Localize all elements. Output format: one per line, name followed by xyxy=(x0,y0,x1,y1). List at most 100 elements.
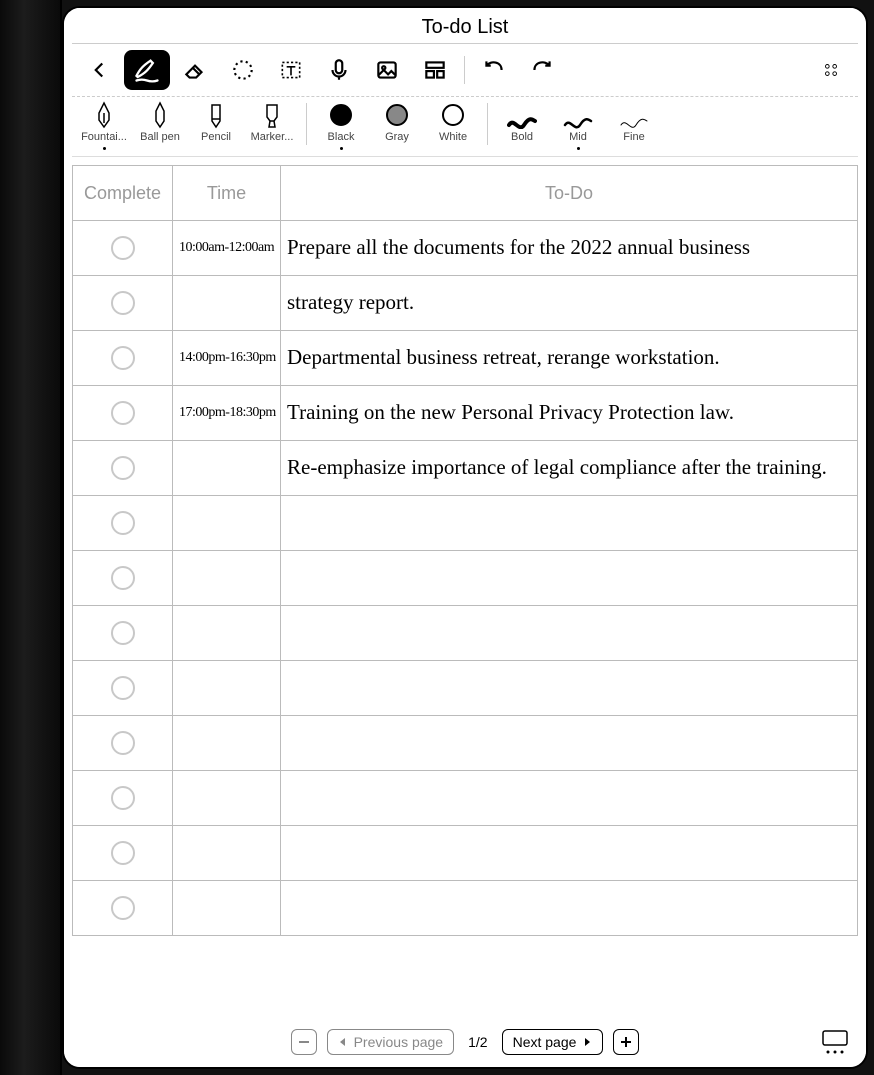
complete-checkbox[interactable] xyxy=(111,401,135,425)
table-row[interactable] xyxy=(73,881,858,936)
todo-cell[interactable] xyxy=(281,606,858,661)
complete-checkbox[interactable] xyxy=(111,346,135,370)
ball-pen-label: Ball pen xyxy=(140,131,180,143)
complete-checkbox[interactable] xyxy=(111,566,135,590)
image-button[interactable] xyxy=(364,50,410,90)
mid-stroke-option[interactable]: Mid xyxy=(550,101,606,150)
complete-checkbox[interactable] xyxy=(111,841,135,865)
complete-checkbox[interactable] xyxy=(111,896,135,920)
complete-checkbox[interactable] xyxy=(111,291,135,315)
complete-checkbox[interactable] xyxy=(111,676,135,700)
table-row[interactable]: Re-emphasize importance of legal complia… xyxy=(73,441,858,496)
keyboard-button[interactable] xyxy=(822,1030,848,1054)
time-cell[interactable] xyxy=(173,826,281,881)
undo-button[interactable] xyxy=(471,50,517,90)
time-cell[interactable] xyxy=(173,606,281,661)
table-row[interactable] xyxy=(73,661,858,716)
time-cell[interactable] xyxy=(173,276,281,331)
table-row[interactable] xyxy=(73,496,858,551)
header-complete: Complete xyxy=(73,166,173,221)
complete-checkbox[interactable] xyxy=(111,456,135,480)
table-row[interactable]: strategy report. xyxy=(73,276,858,331)
white-label: White xyxy=(439,131,467,143)
fountain-pen-option[interactable]: Fountai... xyxy=(76,101,132,150)
fine-stroke-option[interactable]: Fine xyxy=(606,101,662,143)
complete-checkbox[interactable] xyxy=(111,621,135,645)
gray-color-option[interactable]: Gray xyxy=(369,101,425,143)
main-toolbar xyxy=(72,44,858,97)
header-time: Time xyxy=(173,166,281,221)
table-row[interactable] xyxy=(73,551,858,606)
fountain-pen-label: Fountai... xyxy=(81,131,127,143)
marker-label: Marker... xyxy=(251,131,294,143)
device-spine xyxy=(0,0,62,1075)
redo-button[interactable] xyxy=(519,50,565,90)
table-row[interactable] xyxy=(73,826,858,881)
pencil-option[interactable]: Pencil xyxy=(188,101,244,143)
pen-tool-button[interactable] xyxy=(124,50,170,90)
next-page-button[interactable]: Next page xyxy=(502,1029,604,1055)
time-cell[interactable]: 10:00am-12:00am xyxy=(173,221,281,276)
table-row[interactable]: 10:00am-12:00amPrepare all the documents… xyxy=(73,221,858,276)
complete-checkbox[interactable] xyxy=(111,786,135,810)
todo-cell[interactable] xyxy=(281,771,858,826)
table-row[interactable]: 17:00pm-18:30pmTraining on the new Perso… xyxy=(73,386,858,441)
screen: To-do List xyxy=(72,8,858,1059)
black-color-option[interactable]: Black xyxy=(313,101,369,150)
time-cell[interactable]: 17:00pm-18:30pm xyxy=(173,386,281,441)
todo-cell[interactable] xyxy=(281,496,858,551)
todo-cell[interactable]: Departmental business retreat, rerange w… xyxy=(281,331,858,386)
more-button[interactable] xyxy=(808,50,854,90)
time-cell[interactable] xyxy=(173,496,281,551)
time-cell[interactable] xyxy=(173,881,281,936)
time-cell[interactable] xyxy=(173,441,281,496)
todo-cell[interactable]: Re-emphasize importance of legal complia… xyxy=(281,441,858,496)
todo-table-wrap: Complete Time To-Do 10:00am-12:00amPrepa… xyxy=(72,157,858,1019)
todo-cell[interactable] xyxy=(281,716,858,771)
table-row[interactable] xyxy=(73,606,858,661)
toolbar-separator xyxy=(464,56,465,84)
todo-cell[interactable] xyxy=(281,881,858,936)
layout-button[interactable] xyxy=(412,50,458,90)
options-separator xyxy=(487,103,488,145)
gray-label: Gray xyxy=(385,131,409,143)
table-row[interactable] xyxy=(73,771,858,826)
eraser-button[interactable] xyxy=(172,50,218,90)
pencil-label: Pencil xyxy=(201,131,231,143)
bold-stroke-option[interactable]: Bold xyxy=(494,101,550,143)
back-button[interactable] xyxy=(76,50,122,90)
lasso-button[interactable] xyxy=(220,50,266,90)
remove-page-button[interactable] xyxy=(291,1029,317,1055)
todo-cell[interactable]: strategy report. xyxy=(281,276,858,331)
black-label: Black xyxy=(328,131,355,143)
todo-cell[interactable] xyxy=(281,661,858,716)
pager-footer: Previous page 1/2 Next page xyxy=(72,1019,858,1059)
device-frame: To-do List xyxy=(62,6,868,1069)
time-cell[interactable] xyxy=(173,771,281,826)
complete-checkbox[interactable] xyxy=(111,236,135,260)
previous-page-button[interactable]: Previous page xyxy=(327,1029,455,1055)
marker-option[interactable]: Marker... xyxy=(244,101,300,143)
todo-cell[interactable] xyxy=(281,551,858,606)
page-indicator: 1/2 xyxy=(464,1034,491,1050)
complete-checkbox[interactable] xyxy=(111,511,135,535)
text-tool-button[interactable] xyxy=(268,50,314,90)
todo-table[interactable]: Complete Time To-Do 10:00am-12:00amPrepa… xyxy=(72,165,858,936)
table-row[interactable]: 14:00pm-16:30pmDepartmental business ret… xyxy=(73,331,858,386)
time-cell[interactable] xyxy=(173,661,281,716)
voice-button[interactable] xyxy=(316,50,362,90)
todo-cell[interactable]: Training on the new Personal Privacy Pro… xyxy=(281,386,858,441)
table-row[interactable] xyxy=(73,716,858,771)
white-color-option[interactable]: White xyxy=(425,101,481,143)
bold-label: Bold xyxy=(511,131,533,143)
complete-checkbox[interactable] xyxy=(111,731,135,755)
ball-pen-option[interactable]: Ball pen xyxy=(132,101,188,143)
time-cell[interactable]: 14:00pm-16:30pm xyxy=(173,331,281,386)
page-title: To-do List xyxy=(72,8,858,44)
time-cell[interactable] xyxy=(173,716,281,771)
next-page-label: Next page xyxy=(513,1034,577,1050)
add-page-button[interactable] xyxy=(613,1029,639,1055)
todo-cell[interactable] xyxy=(281,826,858,881)
time-cell[interactable] xyxy=(173,551,281,606)
todo-cell[interactable]: Prepare all the documents for the 2022 a… xyxy=(281,221,858,276)
